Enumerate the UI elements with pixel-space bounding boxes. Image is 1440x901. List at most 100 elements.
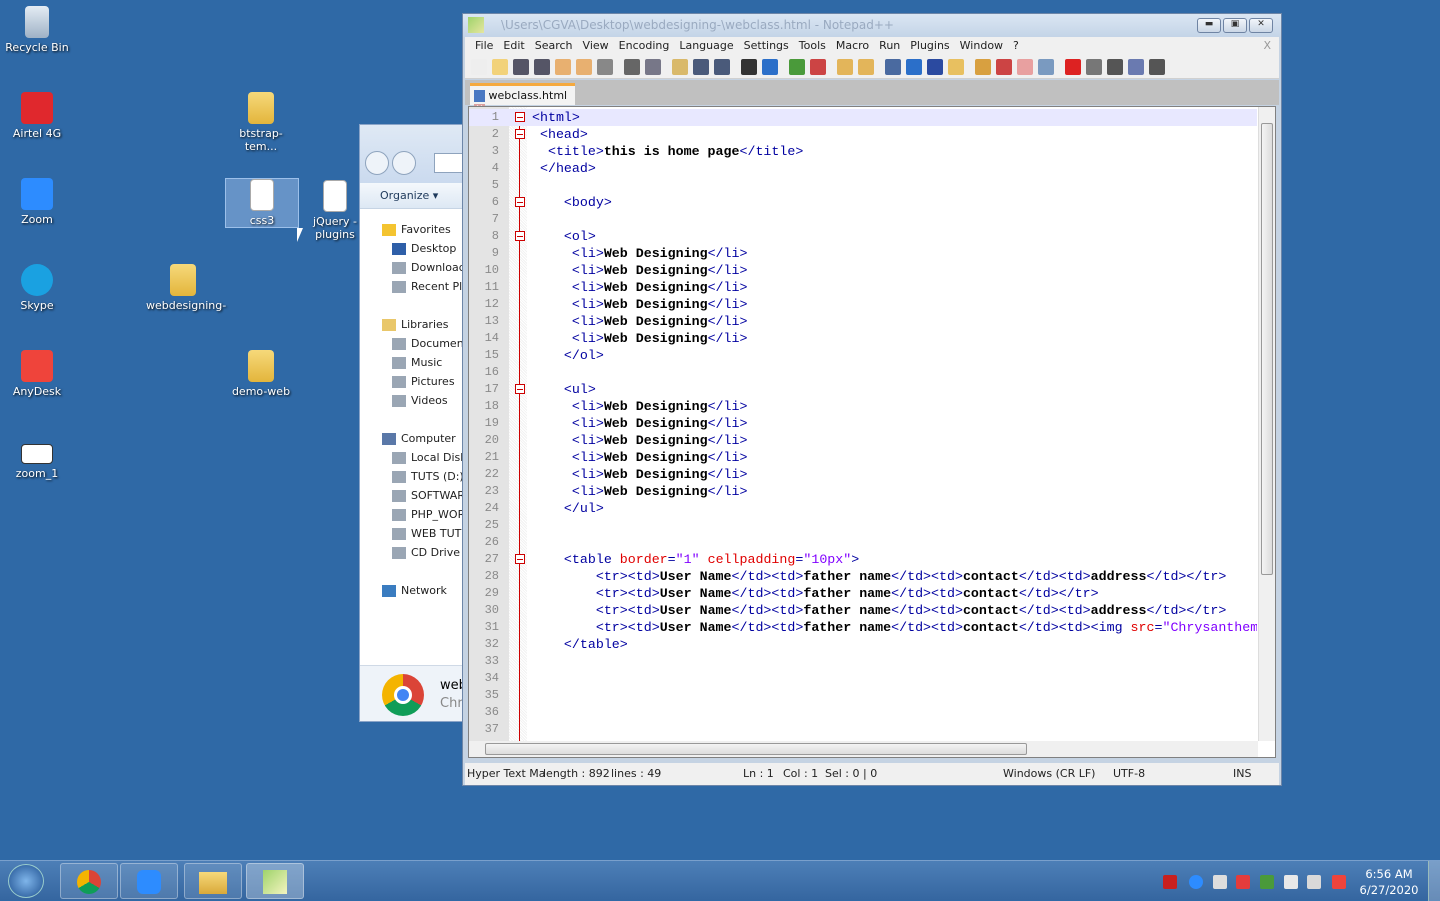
menu-settings[interactable]: Settings <box>740 37 795 55</box>
folder-workspace-button[interactable] <box>1017 58 1033 75</box>
nav-item-php-work[interactable]: PHP_WORK <box>392 508 462 521</box>
organize-button[interactable]: Organize ▾ <box>360 183 462 209</box>
nav-item-recent-places[interactable]: Recent Places <box>392 280 462 293</box>
menu-macro[interactable]: Macro <box>832 37 875 55</box>
show-desktop-button[interactable] <box>1428 861 1440 901</box>
title-bar[interactable]: \Users\CGVA\Desktop\webdesigning-\webcla… <box>463 14 1281 37</box>
sync-v-button[interactable] <box>837 58 853 75</box>
fold-toggle-icon[interactable] <box>515 554 525 564</box>
find-button[interactable] <box>741 58 757 75</box>
paste-button[interactable] <box>672 58 688 75</box>
taskbar-notepadpp[interactable] <box>246 863 304 899</box>
vertical-scroll-thumb[interactable] <box>1261 123 1273 575</box>
tab-webclass-html[interactable]: webclass.html ✕ <box>470 83 575 115</box>
fold-toggle-icon[interactable] <box>515 129 525 139</box>
clock[interactable]: 6:56 AM 6/27/2020 <box>1358 866 1420 898</box>
copy-button[interactable] <box>645 58 661 75</box>
menu-view[interactable]: View <box>579 37 615 55</box>
cut-button[interactable] <box>624 58 640 75</box>
close-document-button[interactable]: X <box>1263 39 1271 52</box>
menu-search[interactable]: Search <box>531 37 579 55</box>
jump-list-item[interactable]: web Chr <box>360 665 462 721</box>
nav-item-computer[interactable]: Computer <box>382 432 462 445</box>
record-macro-button[interactable] <box>1065 58 1081 75</box>
replace-button[interactable] <box>762 58 778 75</box>
nav-item-network[interactable]: Network <box>382 584 462 597</box>
close-all-button[interactable] <box>576 58 592 75</box>
monitor-button[interactable] <box>1038 58 1054 75</box>
open-button[interactable] <box>492 58 508 75</box>
fold-toggle-icon[interactable] <box>515 231 525 241</box>
zoom-tray-icon[interactable] <box>1189 875 1203 889</box>
indent-guide-button[interactable] <box>927 58 943 75</box>
redo-button[interactable] <box>714 58 730 75</box>
desktop-icon-zoom[interactable]: Zoom <box>0 178 74 226</box>
print-button[interactable] <box>597 58 613 75</box>
desktop-icon-airtel[interactable]: Airtel 4G <box>0 92 74 140</box>
word-wrap-button[interactable] <box>885 58 901 75</box>
save-button[interactable] <box>513 58 529 75</box>
nav-item-desktop[interactable]: Desktop <box>392 242 462 255</box>
menu-encoding[interactable]: Encoding <box>615 37 676 55</box>
zoom-out-button[interactable] <box>810 58 826 75</box>
desktop-icon-anydesk[interactable]: AnyDesk <box>0 350 74 398</box>
back-button[interactable] <box>365 151 389 175</box>
minimize-button[interactable]: ▬ <box>1197 18 1221 33</box>
fold-toggle-icon[interactable] <box>515 197 525 207</box>
airtel-tray-icon[interactable] <box>1236 875 1250 889</box>
desktop-icon-recycle-bin[interactable]: Recycle Bin <box>0 6 74 54</box>
taskbar-explorer[interactable] <box>184 863 242 899</box>
nav-item-downloads[interactable]: Downloads <box>392 261 462 274</box>
address-bar[interactable] <box>434 153 462 173</box>
play-macro-button[interactable] <box>1107 58 1123 75</box>
menu-file[interactable]: File <box>471 37 499 55</box>
save-macro-button[interactable] <box>1149 58 1165 75</box>
horizontal-scroll-thumb[interactable] <box>485 743 1027 755</box>
nav-item-web-tuts[interactable]: WEB TUTS <box>392 527 462 540</box>
fold-toggle-icon[interactable] <box>515 384 525 394</box>
menu-language[interactable]: Language <box>675 37 739 55</box>
nav-item-videos[interactable]: Videos <box>392 394 462 407</box>
sync-h-button[interactable] <box>858 58 874 75</box>
vertical-scrollbar[interactable] <box>1258 107 1275 741</box>
menu-run[interactable]: Run <box>875 37 906 55</box>
volume-icon[interactable] <box>1307 875 1321 889</box>
show-all-chars-button[interactable] <box>906 58 922 75</box>
undo-button[interactable] <box>693 58 709 75</box>
close-button[interactable]: ✕ <box>1249 18 1273 33</box>
zoom-in-button[interactable] <box>789 58 805 75</box>
menu-plugins[interactable]: Plugins <box>906 37 955 55</box>
forward-button[interactable] <box>392 151 416 175</box>
nav-item-tuts-d[interactable]: TUTS (D:) <box>392 470 462 483</box>
new-button[interactable] <box>471 58 487 75</box>
anydesk-tray-icon[interactable] <box>1332 875 1346 889</box>
nav-item-documents[interactable]: Documents <box>392 337 462 350</box>
maximize-button[interactable]: ▣ <box>1223 18 1247 33</box>
code-editor[interactable]: 1 <html> 2 <head> 3 <title>this is home pag… <box>468 106 1276 758</box>
nav-item-music[interactable]: Music <box>392 356 462 369</box>
menu-help[interactable]: ? <box>1009 37 1025 55</box>
run-macro-multiple-button[interactable] <box>1128 58 1144 75</box>
adobe-icon[interactable] <box>1163 875 1177 889</box>
nav-item-local-disk[interactable]: Local Disk <box>392 451 462 464</box>
start-button[interactable] <box>8 864 44 898</box>
fold-toggle-icon[interactable] <box>515 112 525 122</box>
udl-button[interactable] <box>948 58 964 75</box>
nav-item-cd-drive[interactable]: CD Drive ( <box>392 546 462 559</box>
desktop-icon-zoom-1[interactable]: zoom_1 <box>0 444 74 480</box>
nav-item-software[interactable]: SOFTWARE <box>392 489 462 502</box>
taskbar-chrome[interactable] <box>60 863 118 899</box>
menu-edit[interactable]: Edit <box>499 37 530 55</box>
close-button[interactable] <box>555 58 571 75</box>
nav-item-favorites[interactable]: Favorites <box>382 223 462 236</box>
save-all-button[interactable] <box>534 58 550 75</box>
desktop-icon-css3[interactable]: css3 <box>225 178 299 228</box>
network-icon[interactable] <box>1284 875 1298 889</box>
taskbar-zoom[interactable] <box>120 863 178 899</box>
nav-item-pictures[interactable]: Pictures <box>392 375 462 388</box>
desktop-icon-webdesigning[interactable]: webdesigning- <box>146 264 226 312</box>
safely-remove-icon[interactable] <box>1260 875 1274 889</box>
function-list-button[interactable] <box>996 58 1012 75</box>
desktop-icon-skype[interactable]: Skype <box>0 264 74 312</box>
nav-item-libraries[interactable]: Libraries <box>382 318 462 331</box>
